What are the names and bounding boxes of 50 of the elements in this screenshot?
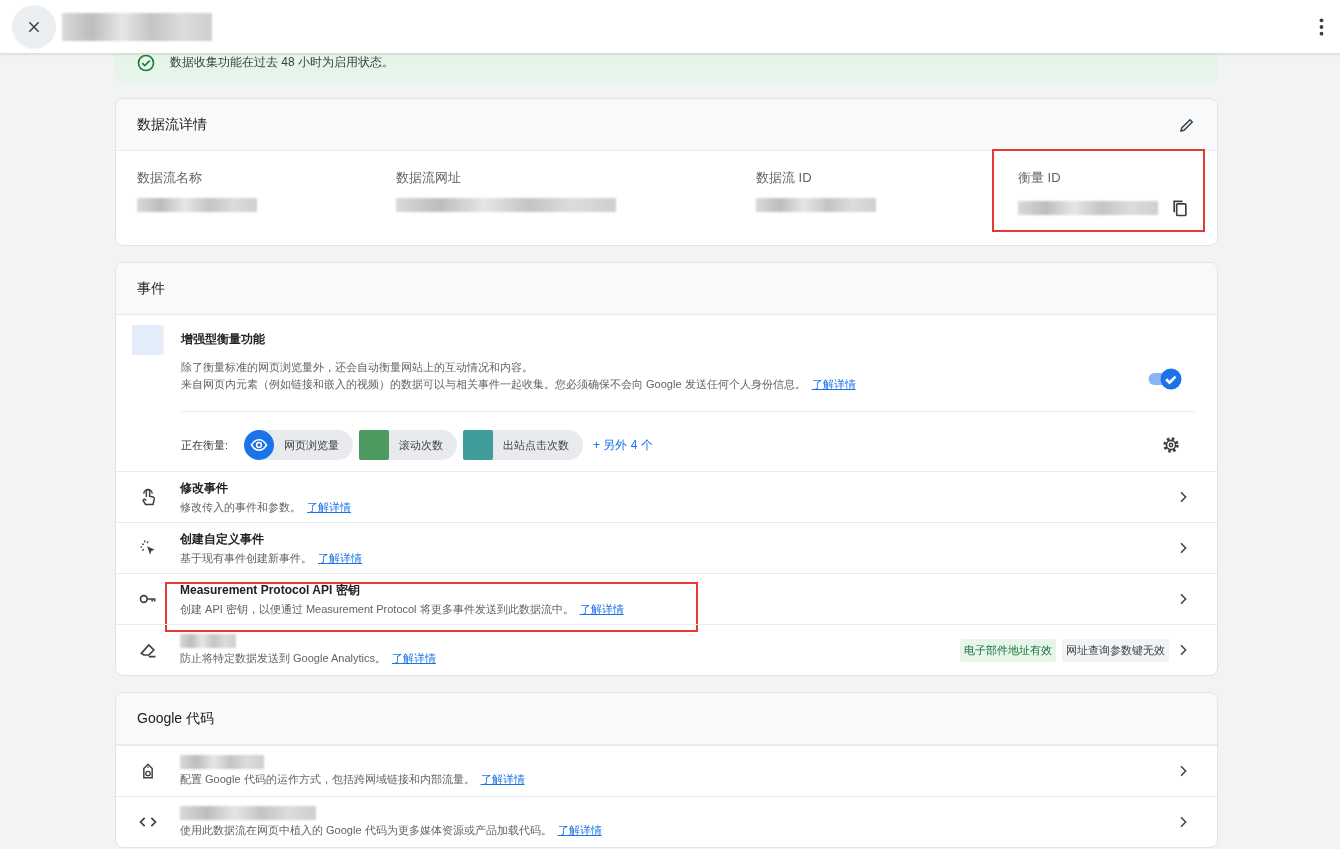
list-row[interactable]: 修改事件 修改传入的事件和参数。 了解详情 (116, 471, 1217, 522)
learn-more-link[interactable]: 了解详情 (579, 602, 624, 615)
feature-icon (132, 325, 164, 355)
field-label: 衡量 ID (1018, 169, 1062, 187)
copy-icon (1170, 198, 1190, 218)
settings-icon (1161, 435, 1181, 455)
banner-text: 数据收集功能在过去 48 小时为启用状态。 (170, 54, 394, 71)
blurred-text (180, 634, 236, 648)
learn-more-link[interactable]: 了解详情 (557, 824, 602, 836)
card-title: 事件 (137, 279, 165, 298)
more-icon (1319, 17, 1324, 36)
row-description: 使用此数据流在网页中植入的 Google 代码为更多媒体资源或产品加载代码。 了解详情 (180, 823, 602, 838)
check-circle-icon (136, 53, 156, 73)
settings-button[interactable] (1161, 435, 1181, 455)
row-title: Measurement Protocol API 密钥 (180, 581, 360, 599)
status-tag: 电子部件地址有效 (960, 638, 1056, 662)
status-tag: 网址查询参数键无效 (1062, 638, 1169, 662)
metric-chip[interactable]: 滚动次数 (359, 430, 458, 460)
card-title: Google 代码 (137, 709, 215, 728)
list-row[interactable]: 创建自定义事件 基于现有事件创建新事件。 了解详情 (116, 522, 1217, 573)
learn-more-link[interactable]: 了解详情 (392, 652, 436, 664)
learn-more-link[interactable]: 了解详情 (318, 551, 362, 564)
list-row[interactable]: Measurement Protocol API 密钥 创建 API 密钥，以便通过 Measurement Protocol 将更多事件发送到此数据流中。 了解详情 (116, 573, 1217, 624)
metric-chip[interactable]: 网页浏览量 (244, 430, 354, 460)
card-title: 数据流详情 (137, 115, 207, 134)
list-row[interactable]: 配置 Google 代码的运作方式，包括跨网域链接和内部流量。 了解详情 (116, 745, 1217, 796)
more-metrics-link[interactable]: + 另外 4 个 (589, 436, 653, 454)
measuring-label: 正在衡量: (181, 437, 229, 453)
row-title: 创建自定义事件 (180, 530, 264, 548)
metric-chip[interactable]: 出站点击次数 (463, 430, 584, 460)
row-description: 来自网页内元素（例如链接和嵌入的视频）的数据可以与相关事件一起收集。您必须确保不会向 Google 发送任何个人身份信息。 了解详情 (181, 377, 856, 392)
list-row[interactable]: 使用此数据流在网页中植入的 Google 代码为更多媒体资源或产品加载代码。 了解详情 (116, 796, 1217, 847)
row-description: 基于现有事件创建新事件。 了解详情 (180, 550, 362, 566)
learn-more-link[interactable]: 了解详情 (811, 378, 856, 390)
row-description: 修改传入的事件和参数。 了解详情 (180, 499, 351, 515)
row-description: 防止将特定数据发送到 Google Analytics。 了解详情 (180, 651, 436, 666)
row-title: 修改事件 (180, 479, 228, 497)
list-row[interactable]: 防止将特定数据发送到 Google Analytics。 了解详情 电子部件地址有效 网址查询参数键无效 (116, 624, 1217, 675)
feature-description: 除了衡量标准的网页浏览量外，还会自动衡量网站上的互动情况和内容。 (181, 360, 533, 375)
learn-more-link[interactable]: 了解详情 (480, 773, 525, 785)
field-label: 数据流名称 (137, 169, 203, 187)
close-button[interactable] (12, 4, 56, 49)
more-menu-button[interactable] (1319, 17, 1324, 36)
row-description: 创建 API 密钥，以便通过 Measurement Protocol 将更多事件发送到此数据流中。 了解详情 (180, 601, 624, 617)
field-label: 数据流 ID (756, 169, 813, 187)
field-label: 数据流网址 (396, 169, 462, 187)
learn-more-link[interactable]: 了解详情 (307, 500, 351, 513)
copy-button[interactable] (1170, 198, 1190, 218)
row-description: 配置 Google 代码的运作方式，包括跨网域链接和内部流量。 了解详情 (180, 772, 525, 787)
feature-title: 增强型衡量功能 (181, 331, 265, 348)
